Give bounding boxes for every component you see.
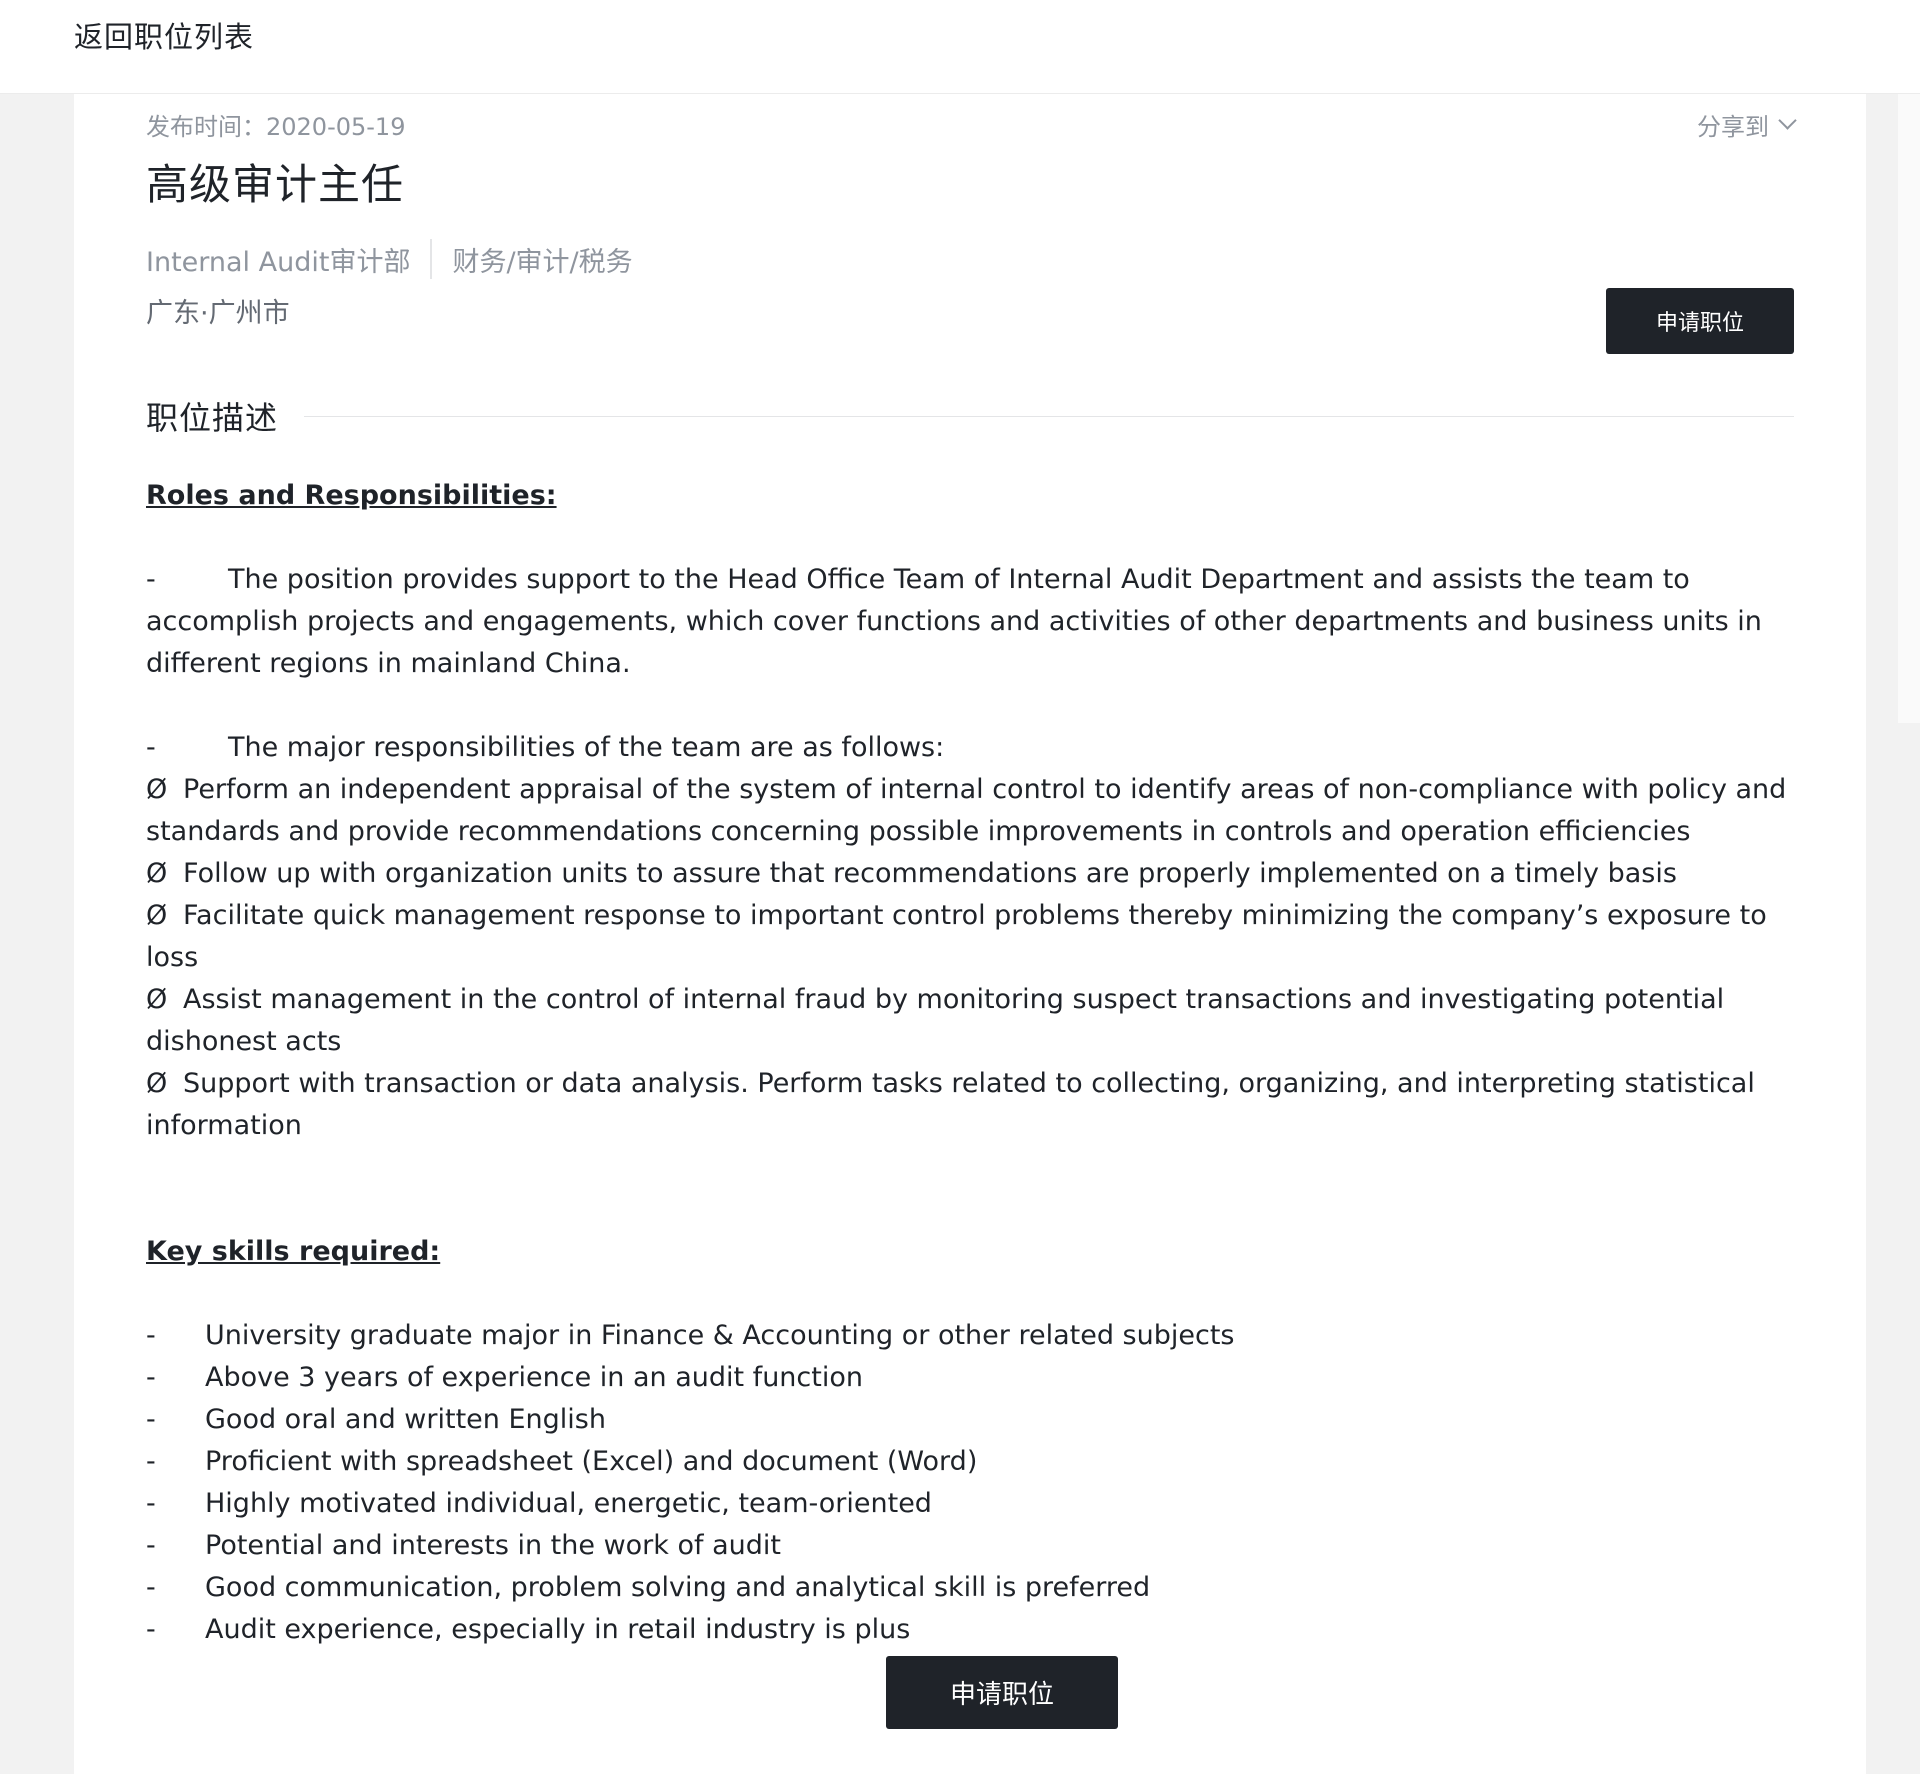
job-category: 财务/审计/税务 bbox=[452, 246, 633, 278]
dash-marker: - bbox=[146, 1488, 156, 1519]
skill-text: Audit experience, especially in retail i… bbox=[205, 1614, 911, 1645]
skill-item: - Good oral and written English bbox=[146, 1399, 1806, 1441]
responsibility-text: Assist management in the control of inte… bbox=[146, 984, 1725, 1057]
publish-time: 发布时间：2020-05-19 bbox=[146, 113, 406, 141]
paragraph-text: The position provides support to the Hea… bbox=[146, 564, 1762, 679]
bullet-marker: Ø bbox=[146, 1068, 168, 1099]
skill-item: - Potential and interests in the work of … bbox=[146, 1525, 1806, 1567]
apply-button-bottom[interactable]: 申请职位 bbox=[886, 1656, 1118, 1729]
dash-marker: - bbox=[146, 732, 156, 763]
skill-item: - Proficient with spreadsheet (Excel) and… bbox=[146, 1441, 1806, 1483]
dash-marker: - bbox=[146, 1320, 156, 1351]
skill-text: Highly motivated individual, energetic, … bbox=[205, 1488, 932, 1519]
skill-text: Proficient with spreadsheet (Excel) and … bbox=[205, 1446, 978, 1477]
top-bar: 返回职位列表 bbox=[0, 0, 1920, 94]
skill-text: Good oral and written English bbox=[205, 1404, 606, 1435]
bullet-marker: Ø bbox=[146, 984, 168, 1015]
roles-heading: Roles and Responsibilities: bbox=[146, 480, 557, 511]
scrollbar-track[interactable] bbox=[1898, 93, 1920, 723]
share-dropdown[interactable]: 分享到 bbox=[1697, 107, 1797, 142]
bullet-marker: Ø bbox=[146, 858, 168, 889]
skill-text: Above 3 years of experience in an audit … bbox=[205, 1362, 863, 1393]
skill-text: Potential and interests in the work of a… bbox=[205, 1530, 781, 1561]
responsibility-item: Ø Assist management in the control of int… bbox=[146, 979, 1806, 1063]
responsibility-item: Ø Follow up with organization units to as… bbox=[146, 853, 1806, 895]
bullet-marker: Ø bbox=[146, 900, 168, 931]
job-department: Internal Audit审计部 bbox=[146, 246, 411, 278]
back-to-job-list-link[interactable]: 返回职位列表 bbox=[74, 14, 254, 56]
skill-item: - Audit experience, especially in retail … bbox=[146, 1609, 1806, 1651]
section-header: 职位描述 bbox=[146, 393, 1794, 439]
responsibility-text: Support with transaction or data analysi… bbox=[146, 1068, 1755, 1141]
description-paragraph: - The major responsibilities of the team … bbox=[146, 727, 1806, 769]
dash-marker: - bbox=[146, 1446, 156, 1477]
description-paragraph: - The position provides support to the He… bbox=[146, 559, 1806, 685]
job-description: Roles and Responsibilities: - The positio… bbox=[146, 475, 1806, 1651]
skills-heading: Key skills required: bbox=[146, 1236, 441, 1267]
job-meta: Internal Audit审计部 财务/审计/税务 bbox=[146, 239, 633, 279]
dash-marker: - bbox=[146, 564, 156, 595]
skill-text: Good communication, problem solving and … bbox=[205, 1572, 1151, 1603]
job-title: 高级审计主任 bbox=[146, 160, 405, 209]
dash-marker: - bbox=[146, 1362, 156, 1393]
meta-divider bbox=[430, 239, 433, 279]
responsibility-item: Ø Facilitate quick management response to… bbox=[146, 895, 1806, 979]
dash-marker: - bbox=[146, 1572, 156, 1603]
paragraph-text: The major responsibilities of the team a… bbox=[228, 732, 945, 763]
skill-item: - Good communication, problem solving and… bbox=[146, 1567, 1806, 1609]
chevron-down-icon bbox=[1778, 111, 1797, 130]
responsibility-item: Ø Support with transaction or data analys… bbox=[146, 1063, 1806, 1147]
apply-button[interactable]: 申请职位 bbox=[1606, 288, 1794, 354]
job-location: 广东·广州市 bbox=[146, 298, 290, 329]
job-detail-card: 发布时间：2020-05-19 分享到 高级审计主任 Internal Audi… bbox=[74, 93, 1866, 1774]
skill-item: - Above 3 years of experience in an audit… bbox=[146, 1357, 1806, 1399]
responsibility-text: Follow up with organization units to ass… bbox=[183, 858, 1677, 889]
bullet-marker: Ø bbox=[146, 774, 168, 805]
share-label: 分享到 bbox=[1697, 113, 1769, 141]
responsibility-text: Facilitate quick management response to … bbox=[146, 900, 1767, 973]
skill-text: University graduate major in Finance & A… bbox=[205, 1320, 1235, 1351]
responsibility-item: Ø Perform an independent appraisal of the… bbox=[146, 769, 1806, 853]
section-divider bbox=[304, 415, 1794, 417]
skill-item: - University graduate major in Finance & … bbox=[146, 1315, 1806, 1357]
responsibility-text: Perform an independent appraisal of the … bbox=[146, 774, 1787, 847]
dash-marker: - bbox=[146, 1530, 156, 1561]
section-title: 职位描述 bbox=[146, 399, 279, 437]
dash-marker: - bbox=[146, 1404, 156, 1435]
skill-item: - Highly motivated individual, energetic,… bbox=[146, 1483, 1806, 1525]
dash-marker: - bbox=[146, 1614, 156, 1645]
